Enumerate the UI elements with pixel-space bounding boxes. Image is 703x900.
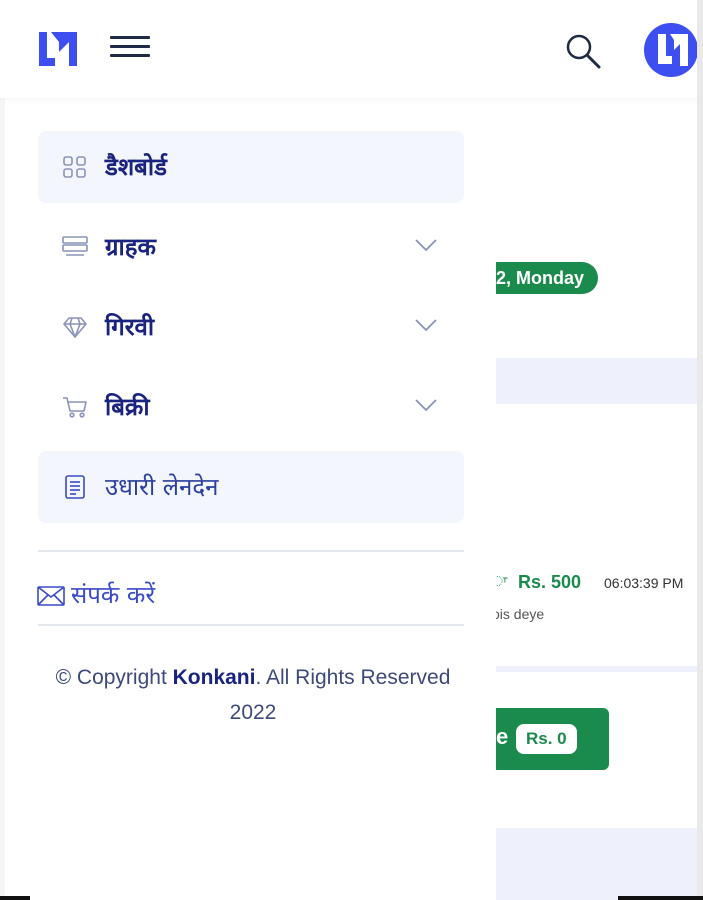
sidebar-divider (38, 624, 464, 626)
sidebar-item-label: उधारी लेनदेन (105, 473, 219, 501)
transaction-note: ois deye (492, 606, 545, 622)
balance-button-label: e (496, 724, 509, 749)
sidebar-item-label: बिक्री (105, 393, 150, 421)
chevron-down-icon[interactable] (414, 237, 438, 253)
grid-icon (62, 155, 88, 179)
sidebar-item-label: डैशबोर्ड (105, 153, 167, 181)
sidebar-item-dashboard[interactable]: डैशबोर्ड (38, 131, 464, 203)
ledger-icon (62, 475, 88, 499)
sidebar-item-label: गिरवी (105, 313, 155, 341)
transaction-amount: Rs. 500 (518, 572, 582, 592)
copyright-brand: Konkani (172, 666, 256, 689)
mail-icon (37, 586, 65, 606)
transaction-row: ਾ Rs. 500 06:03:39 PM (488, 572, 703, 596)
brand-logo-icon[interactable] (37, 28, 79, 70)
search-icon[interactable] (563, 31, 603, 71)
window-bottom-edge (0, 896, 703, 900)
top-header (0, 0, 703, 98)
brand-avatar-icon[interactable] (640, 22, 703, 78)
transaction-card (496, 404, 703, 666)
copyright-prefix: © Copyright (55, 666, 173, 689)
sidebar-item-sales[interactable]: बिक्री (38, 371, 464, 443)
balance-badge: Rs. 0 (516, 724, 577, 754)
transaction-time: 06:03:39 PM (604, 575, 684, 591)
date-card (496, 98, 703, 358)
diamond-icon (62, 315, 88, 339)
contact-label: संपर्क करें (71, 581, 156, 609)
scrollbar-track[interactable] (697, 0, 703, 900)
chevron-down-icon[interactable] (414, 317, 438, 333)
copyright-text: © Copyright Konkani. All Rights Reserved… (43, 660, 463, 730)
cart-icon (62, 395, 88, 419)
list-icon (62, 235, 88, 259)
sidebar-item-customers[interactable]: ग्राहक (38, 211, 464, 283)
sidebar-divider (38, 550, 464, 552)
sidebar-drawer: डैशबोर्ड ग्राहक गिरवी बिक्री उधारी लेनदे… (0, 98, 496, 900)
sidebar-item-credit-transactions[interactable]: उधारी लेनदेन (38, 451, 464, 523)
sidebar-item-label: ग्राहक (105, 233, 156, 261)
sidebar-item-mortgage[interactable]: गिरवी (38, 291, 464, 363)
hamburger-icon[interactable] (110, 31, 150, 69)
copyright-suffix: . All Rights Reserved 2022 (229, 666, 451, 724)
chevron-down-icon[interactable] (414, 397, 438, 413)
